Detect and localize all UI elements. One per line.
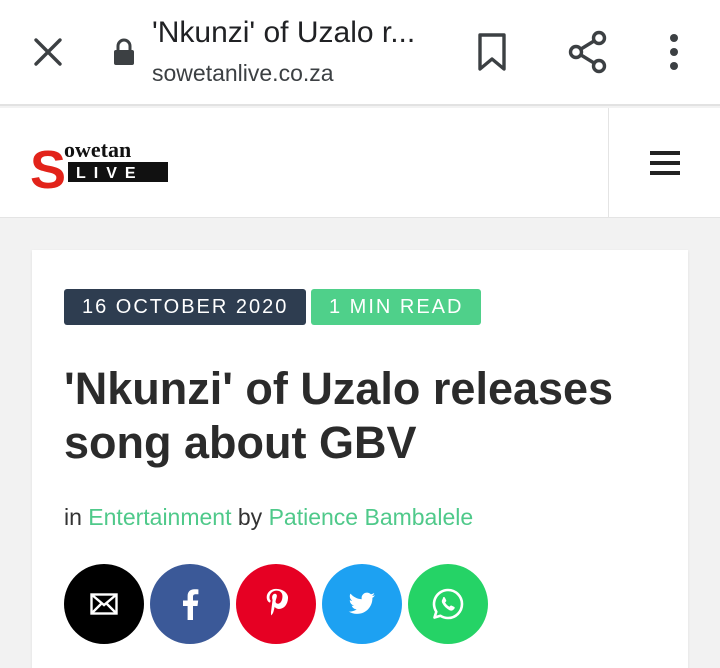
more-options-icon[interactable]: [660, 30, 688, 74]
url-domain[interactable]: sowetanlive.co.za: [152, 60, 334, 87]
twitter-icon: [348, 592, 375, 614]
twitter-share-button[interactable]: [322, 564, 402, 644]
article-card: 16 OCTOBER 2020 1 MIN READ 'Nkunzi' of U…: [32, 250, 688, 668]
page-title[interactable]: 'Nkunzi' of Uzalo r...: [152, 16, 452, 50]
sowetan-live-logo[interactable]: S owetan LIVE: [30, 137, 172, 200]
facebook-share-button[interactable]: [150, 564, 230, 644]
meta-by-label: by: [231, 504, 269, 530]
pinterest-share-button[interactable]: [236, 564, 316, 644]
share-icon[interactable]: [566, 28, 610, 76]
date-badge: 16 OCTOBER 2020: [64, 289, 307, 325]
logo-letter: S: [30, 140, 66, 198]
category-link[interactable]: Entertainment: [88, 504, 231, 530]
email-icon: [90, 593, 118, 615]
facebook-icon: [183, 589, 199, 620]
whatsapp-icon: [432, 588, 464, 620]
bookmark-icon[interactable]: [472, 30, 512, 74]
logo-word: owetan: [64, 138, 131, 162]
article-meta: in Entertainment by Patience Bambalele: [64, 504, 473, 531]
browser-toolbar: 'Nkunzi' of Uzalo r... sowetanlive.co.za: [0, 0, 720, 106]
lock-icon: [112, 38, 136, 66]
article-headline: 'Nkunzi' of Uzalo releases song about GB…: [64, 363, 614, 468]
meta-in-label: in: [64, 504, 89, 530]
logo-sub: LIVE: [76, 165, 144, 182]
hamburger-icon: [649, 151, 680, 175]
read-time-badge: 1 MIN READ: [311, 289, 482, 325]
pinterest-icon: [266, 588, 288, 616]
site-header: S owetan LIVE: [0, 108, 720, 218]
hamburger-menu-button[interactable]: [608, 108, 720, 218]
close-icon[interactable]: [26, 32, 70, 72]
whatsapp-share-button[interactable]: [408, 564, 488, 644]
author-link[interactable]: Patience Bambalele: [269, 504, 474, 530]
email-share-button[interactable]: [64, 564, 144, 644]
